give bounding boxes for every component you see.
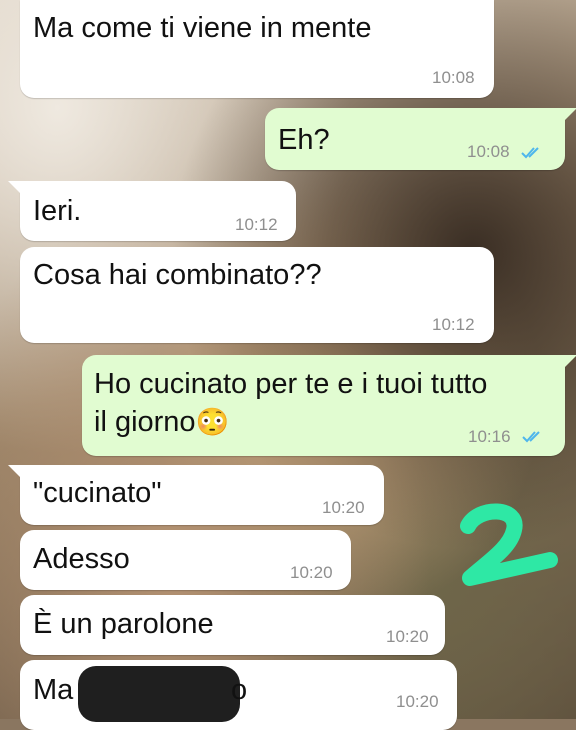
message-time: 10:12: [235, 215, 278, 234]
message-incoming[interactable]: Adesso 10:20: [20, 530, 351, 590]
message-text: È un parolone: [33, 608, 214, 640]
message-time: 10:20: [386, 627, 429, 646]
flushed-face-emoji: 😳: [195, 407, 230, 437]
bubble-tail: [565, 355, 576, 367]
message-outgoing[interactable]: Ho cucinato per te e i tuoi tutto il gio…: [82, 355, 565, 456]
message-text: Ma come ti viene in mente: [33, 12, 372, 44]
message-time: 10:08: [467, 142, 510, 161]
message-incoming[interactable]: È un parolone 10:20: [20, 595, 445, 655]
annotation-number: 2: [450, 500, 558, 586]
message-incoming[interactable]: "cucinato" 10:20: [20, 465, 384, 525]
redaction-scribble: [78, 666, 240, 722]
message-time: 10:08: [432, 68, 475, 87]
message-outgoing[interactable]: Eh? 10:08: [265, 108, 565, 170]
message-time: 10:12: [432, 315, 475, 334]
message-incoming[interactable]: Ma o 10:20: [20, 660, 457, 730]
message-text: Ho cucinato per te e i tuoi tutto: [94, 368, 488, 400]
read-ticks-icon: [522, 431, 540, 443]
bubble-tail: [8, 181, 20, 193]
message-time: 10:20: [290, 563, 333, 582]
read-ticks-icon: [521, 147, 539, 159]
message-time: 10:20: [396, 692, 439, 711]
message-text-end: o: [231, 674, 248, 706]
message-text: Adesso: [33, 543, 130, 575]
message-text: Ieri.: [33, 195, 82, 227]
bubble-tail: [8, 465, 20, 477]
message-text-continuation: il giorno: [94, 406, 196, 438]
message-text: Eh?: [278, 124, 330, 156]
bubble-tail: [565, 108, 576, 120]
message-text: Ma: [33, 674, 74, 706]
message-time: 10:20: [322, 498, 365, 517]
annotation-number-label: 2: [450, 500, 451, 501]
message-incoming[interactable]: Cosa hai combinato?? 10:12: [20, 247, 494, 343]
message-text: "cucinato": [33, 477, 162, 509]
message-incoming[interactable]: Ma come ti viene in mente 10:08: [20, 0, 494, 98]
message-text-line2: il giorno😳: [94, 404, 229, 440]
message-incoming[interactable]: Ieri. 10:12: [20, 181, 296, 241]
message-time: 10:16: [468, 427, 511, 446]
message-text: Cosa hai combinato??: [33, 259, 322, 291]
